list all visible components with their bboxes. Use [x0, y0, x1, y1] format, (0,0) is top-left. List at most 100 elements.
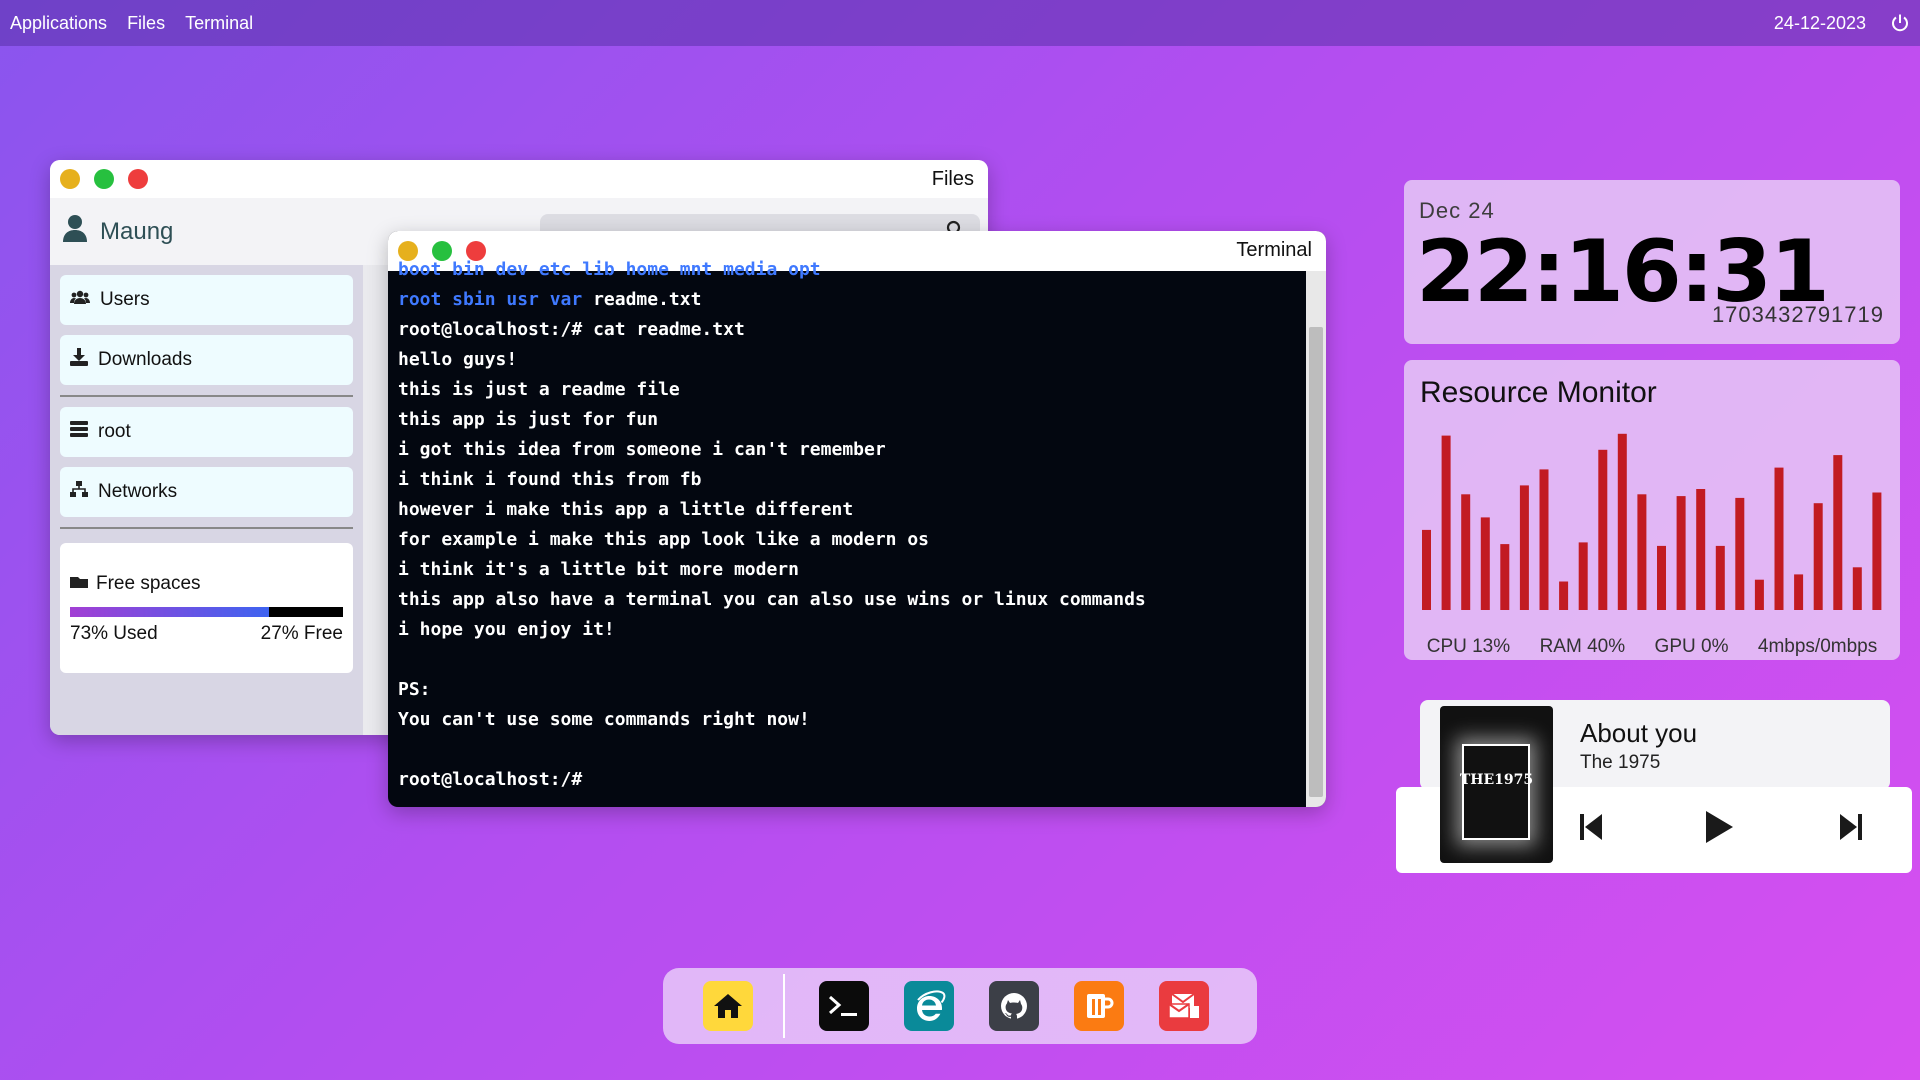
- terminal-line-text: for example i make this app look like a …: [398, 529, 930, 550]
- storage-bar: [70, 607, 343, 617]
- resource-bar: [1519, 485, 1529, 610]
- gpu-usage: GPU 0%: [1654, 636, 1729, 657]
- terminal-line-text: root@localhost:/# cat readme.txt: [398, 319, 745, 340]
- minimize-button[interactable]: [60, 169, 80, 189]
- resource-bar: [1461, 494, 1471, 610]
- resource-bar: [1735, 497, 1745, 610]
- terminal-line: root@localhost:/# cat readme.txt: [398, 315, 1306, 345]
- sidebar-divider: [60, 527, 353, 529]
- storage-card: Free spaces 73% Used 27% Free: [60, 543, 353, 673]
- terminal-line-text: i hope you enjoy it!: [398, 619, 615, 640]
- terminal-line: this app also have a terminal you can al…: [398, 585, 1306, 615]
- resource-monitor-title: Resource Monitor: [1420, 376, 1657, 409]
- resource-bar: [1813, 503, 1823, 610]
- album-title: THE1975: [1459, 772, 1534, 788]
- ram-usage: RAM 40%: [1539, 636, 1626, 657]
- terminal-line-text: root@localhost:/#: [398, 769, 583, 790]
- home-icon[interactable]: [703, 981, 753, 1031]
- github-icon[interactable]: [989, 981, 1039, 1031]
- terminal-line: root@localhost:/#: [398, 765, 1306, 791]
- terminal-line: i hope you enjoy it!: [398, 615, 1306, 645]
- dock-divider: [783, 974, 785, 1038]
- play-icon[interactable]: [1704, 810, 1734, 849]
- mail-icon[interactable]: [1159, 981, 1209, 1031]
- scrollbar-thumb[interactable]: [1309, 327, 1323, 797]
- topbar-date: 24-12-2023: [1773, 12, 1866, 33]
- resource-bar: [1539, 469, 1549, 610]
- resource-bar: [1852, 567, 1862, 610]
- terminal-line-text: root sbin usr var: [398, 289, 583, 310]
- storage-used-fill: [70, 607, 270, 617]
- terminal-line-text: this app also have a terminal you can al…: [398, 589, 1146, 610]
- resource-bar: [1872, 492, 1882, 610]
- terminal-line-text: i think i found this from fb: [398, 469, 702, 490]
- resource-bar: [1696, 489, 1706, 610]
- terminal-window: Terminal boot bin dev etc lib home mnt m…: [388, 231, 1326, 807]
- resource-bar: [1598, 449, 1608, 610]
- terminal-line: i think i found this from fb: [398, 465, 1306, 495]
- menu-files[interactable]: Files: [127, 13, 165, 34]
- resource-bar: [1676, 496, 1686, 610]
- server-icon: [70, 421, 88, 443]
- maximize-button[interactable]: [94, 169, 114, 189]
- terminal-line-text: You can't use some commands right now!: [398, 709, 810, 730]
- resource-bar: [1794, 574, 1804, 610]
- resource-bar: [1422, 529, 1431, 610]
- terminal-line: boot bin dev etc lib home mnt media opt: [398, 255, 1306, 285]
- sidebar-item-root[interactable]: root: [60, 407, 353, 457]
- terminal-line: this is just a readme file: [398, 375, 1306, 405]
- terminal-line: however i make this app a little differe…: [398, 495, 1306, 525]
- sidebar-item-users[interactable]: Users: [60, 275, 353, 325]
- terminal-line-text: PS:: [398, 679, 431, 700]
- previous-icon[interactable]: [1580, 812, 1604, 847]
- terminal-line: for example i make this app look like a …: [398, 525, 1306, 555]
- resource-bar: [1637, 494, 1647, 610]
- files-sidebar: Users Downloads root Networks Free space…: [50, 265, 363, 735]
- sidebar-divider: [60, 395, 353, 397]
- terminal-line-text: i got this idea from someone i can't rem…: [398, 439, 886, 460]
- resource-bar: [1833, 455, 1843, 610]
- network-usage: 4mbps/0mbps: [1757, 636, 1878, 657]
- song-artist: The 1975: [1580, 752, 1661, 773]
- terminal-line-text: this is just a readme file: [398, 379, 680, 400]
- power-icon[interactable]: [1890, 13, 1910, 33]
- resource-bar: [1754, 579, 1764, 610]
- files-titlebar[interactable]: Files: [50, 160, 988, 198]
- resource-bar: [1715, 545, 1725, 610]
- files-title: Files: [931, 168, 974, 190]
- resource-monitor-widget: Resource Monitor CPU 13% RAM 40% GPU 0% …: [1404, 360, 1900, 660]
- clock-widget: Dec 24 22:16:31 1703432791719: [1404, 180, 1900, 344]
- close-button[interactable]: [128, 169, 148, 189]
- terminal-line: i think it's a little bit more modern: [398, 555, 1306, 585]
- resource-bar: [1480, 517, 1490, 610]
- next-icon[interactable]: [1838, 812, 1862, 847]
- sidebar-item-networks[interactable]: Networks: [60, 467, 353, 517]
- sidebar-item-label: Networks: [98, 481, 178, 502]
- drive-icon: [70, 573, 88, 595]
- song-title: About you: [1580, 718, 1698, 748]
- terminal-line: i got this idea from someone i can't rem…: [398, 435, 1306, 465]
- terminal-icon[interactable]: [819, 981, 869, 1031]
- resource-bar: [1774, 467, 1784, 610]
- resource-bar: [1559, 581, 1569, 610]
- resource-bar: [1578, 542, 1588, 610]
- storage-free-text: 27% Free: [260, 623, 343, 644]
- sidebar-item-label: root: [98, 421, 131, 442]
- menu-terminal[interactable]: Terminal: [185, 13, 253, 34]
- terminal-line: PS:: [398, 675, 1306, 705]
- menu-applications[interactable]: Applications: [10, 13, 107, 34]
- resource-bar: [1441, 435, 1451, 610]
- terminal-line: this app is just for fun: [398, 405, 1306, 435]
- terminal-scrollbar[interactable]: [1306, 271, 1326, 807]
- terminal-output[interactable]: boot bin dev etc lib home mnt media opt r…: [388, 255, 1306, 791]
- terminal-file-name: readme.txt: [582, 289, 702, 310]
- coffee-icon[interactable]: [1074, 981, 1124, 1031]
- sidebar-item-label: Downloads: [98, 349, 192, 370]
- browser-icon[interactable]: [904, 981, 954, 1031]
- user-profile[interactable]: Maung: [62, 214, 173, 249]
- terminal-line-text: i think it's a little bit more modern: [398, 559, 799, 580]
- sidebar-item-downloads[interactable]: Downloads: [60, 335, 353, 385]
- resource-bar: [1500, 544, 1510, 610]
- top-bar: Applications Files Terminal 24-12-2023: [0, 0, 1920, 46]
